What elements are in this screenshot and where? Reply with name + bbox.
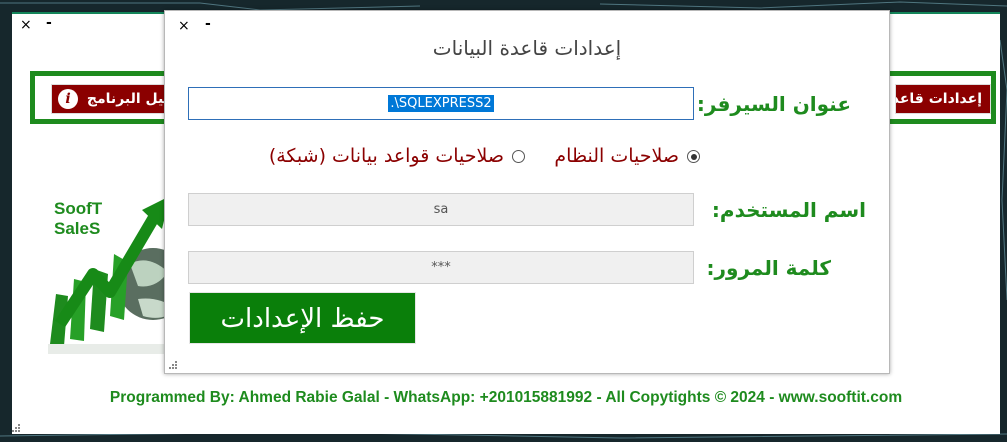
resize-grip-icon[interactable] bbox=[12, 422, 22, 432]
info-icon: i bbox=[58, 89, 78, 109]
sooft-sales-logo: SoofT SaleS bbox=[48, 196, 178, 354]
server-address-label: عنوان السيرفر: bbox=[696, 92, 851, 116]
logo-text-line2: SaleS bbox=[54, 219, 100, 238]
auth-network-label: صلاحيات قواعد بيانات (شبكة) bbox=[268, 145, 504, 167]
dialog-resize-grip-icon[interactable] bbox=[169, 359, 179, 369]
database-settings-dialog: × - إعدادات قاعدة البيانات عنوان السيرفر… bbox=[164, 10, 890, 374]
server-address-input[interactable]: .\SQLEXPRESS2 bbox=[188, 87, 694, 120]
activate-program-button[interactable]: تفعيل البرنامج i bbox=[51, 84, 176, 114]
dialog-title: إعدادات قاعدة البيانات bbox=[432, 36, 622, 60]
radio-selected-icon bbox=[687, 150, 700, 163]
auth-network-radio[interactable]: صلاحيات قواعد بيانات (شبكة) bbox=[269, 145, 525, 167]
auth-system-radio[interactable]: صلاحيات النظام bbox=[554, 145, 700, 167]
username-input[interactable]: sa bbox=[188, 193, 694, 226]
main-close-icon[interactable]: × bbox=[20, 18, 32, 32]
dialog-close-icon[interactable]: × bbox=[178, 19, 190, 33]
database-settings-label: إعدادات قاعدة bbox=[896, 91, 982, 107]
dialog-minimize-icon[interactable]: - bbox=[205, 17, 211, 31]
auth-system-label: صلاحيات النظام bbox=[554, 145, 679, 167]
save-settings-button[interactable]: حفظ الإعدادات bbox=[189, 292, 416, 344]
database-settings-button[interactable]: إعدادات قاعدة bbox=[895, 84, 991, 114]
server-address-value: .\SQLEXPRESS2 bbox=[388, 95, 494, 112]
footer-credits: Programmed By: Ahmed Rabie Galal - Whats… bbox=[109, 389, 903, 406]
activate-program-label: تفعيل البرنامج bbox=[86, 91, 175, 107]
password-input[interactable]: *** bbox=[188, 251, 694, 284]
radio-unselected-icon bbox=[512, 150, 525, 163]
username-label: اسم المستخدم: bbox=[711, 198, 866, 222]
main-minimize-icon[interactable]: - bbox=[46, 16, 52, 30]
logo-text-line1: SoofT bbox=[54, 199, 103, 218]
password-label: كلمة المرور: bbox=[706, 256, 831, 280]
